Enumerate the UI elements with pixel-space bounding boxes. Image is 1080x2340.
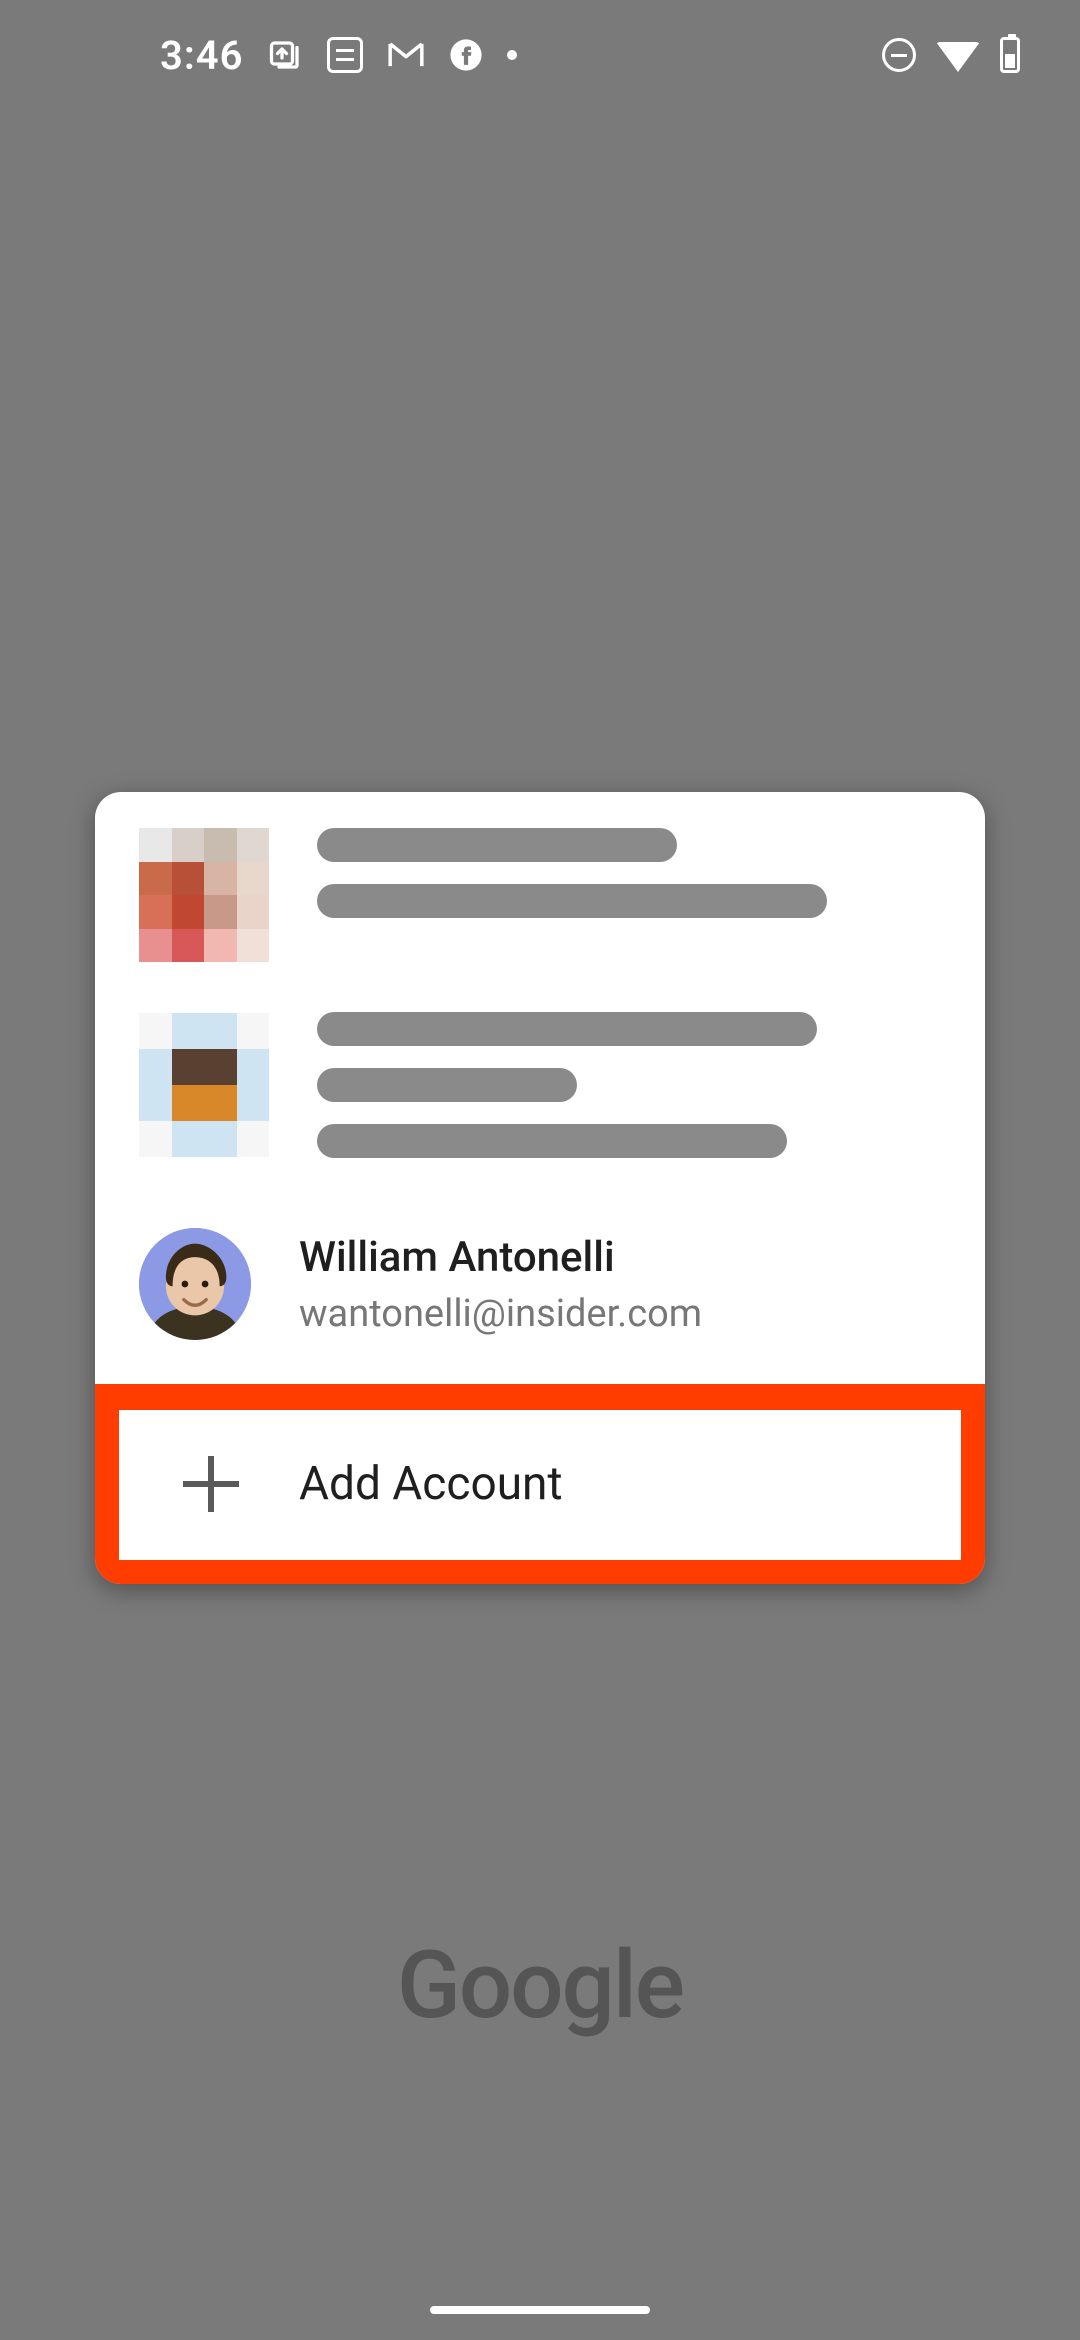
battery-icon — [1000, 37, 1020, 73]
gmail-icon — [387, 40, 425, 70]
google-wordmark: Google — [0, 1930, 1080, 2040]
message-icon — [327, 37, 363, 73]
status-bar: 3:46 — [0, 0, 1080, 110]
add-account-label: Add Account — [299, 1457, 563, 1511]
upload-icon — [267, 37, 303, 73]
facebook-icon — [449, 38, 483, 72]
account-text: William Antonelli wantonelli@insider.com — [299, 1233, 702, 1336]
account-name: William Antonelli — [299, 1233, 702, 1282]
status-right — [882, 37, 1020, 73]
status-clock: 3:46 — [160, 32, 243, 79]
account-picker-card: William Antonelli wantonelli@insider.com… — [95, 792, 985, 1584]
add-account-highlight: Add Account — [95, 1384, 985, 1584]
more-notifications-dot-icon — [507, 50, 517, 60]
dnd-icon — [882, 38, 916, 72]
account-row[interactable]: William Antonelli wantonelli@insider.com — [95, 1198, 985, 1384]
account-text-redacted — [317, 828, 827, 918]
add-account-button[interactable]: Add Account — [119, 1410, 961, 1560]
account-text-redacted — [317, 1012, 817, 1158]
avatar-pixelated-icon — [139, 828, 269, 962]
status-left: 3:46 — [160, 32, 517, 79]
account-email: wantonelli@insider.com — [299, 1292, 702, 1336]
plus-icon — [183, 1456, 239, 1512]
wifi-icon — [936, 40, 980, 70]
avatar-pixelated-icon — [139, 1013, 269, 1157]
account-row-redacted[interactable] — [95, 1002, 985, 1198]
gesture-nav-bar[interactable] — [430, 2306, 650, 2314]
account-row-redacted[interactable] — [95, 792, 985, 1002]
avatar — [139, 1228, 251, 1340]
